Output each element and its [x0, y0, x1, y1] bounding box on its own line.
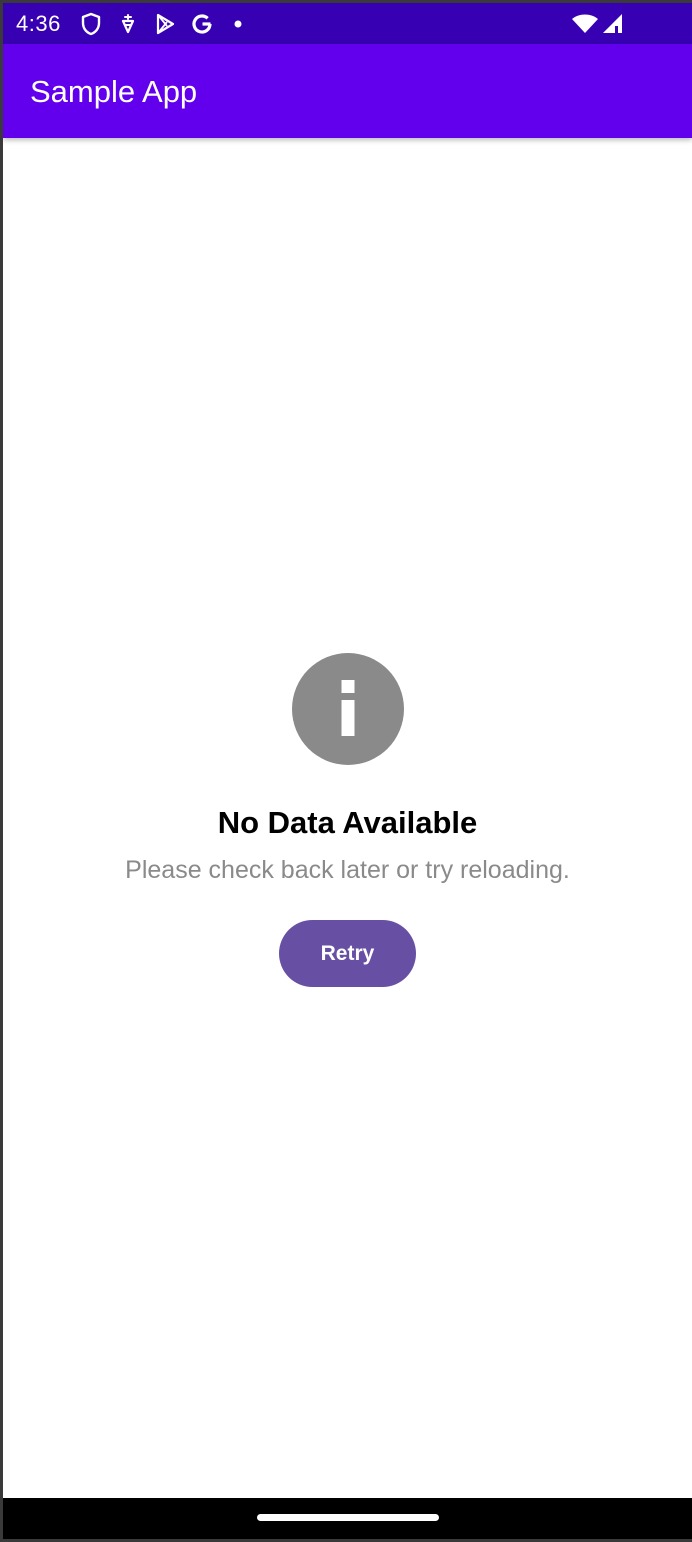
- wifi-icon: [572, 14, 598, 33]
- empty-state-title: No Data Available: [217, 805, 478, 840]
- app-title: Sample App: [30, 74, 198, 109]
- shield-icon: [81, 12, 101, 36]
- main-content: No Data Available Please check back late…: [3, 138, 692, 1498]
- usb-debug-icon: [121, 14, 135, 34]
- app-bar: Sample App: [3, 44, 692, 138]
- status-bar: 4:36: [3, 3, 692, 44]
- info-icon: [291, 653, 404, 765]
- empty-state-message: Please check back later or try reloading…: [125, 856, 570, 884]
- google-icon: [192, 14, 212, 34]
- cell-signal-icon: [603, 14, 622, 33]
- system-navigation-bar: [3, 1498, 692, 1539]
- notification-dot-icon: [234, 20, 242, 28]
- retry-button[interactable]: Retry: [279, 920, 416, 987]
- empty-state: No Data Available Please check back late…: [3, 653, 692, 987]
- device-screen: 4:36 Sample App No Data Available Please…: [3, 3, 692, 1539]
- status-time: 4:36: [16, 11, 61, 36]
- home-gesture-handle[interactable]: [257, 1514, 439, 1521]
- play-store-icon: [156, 13, 175, 35]
